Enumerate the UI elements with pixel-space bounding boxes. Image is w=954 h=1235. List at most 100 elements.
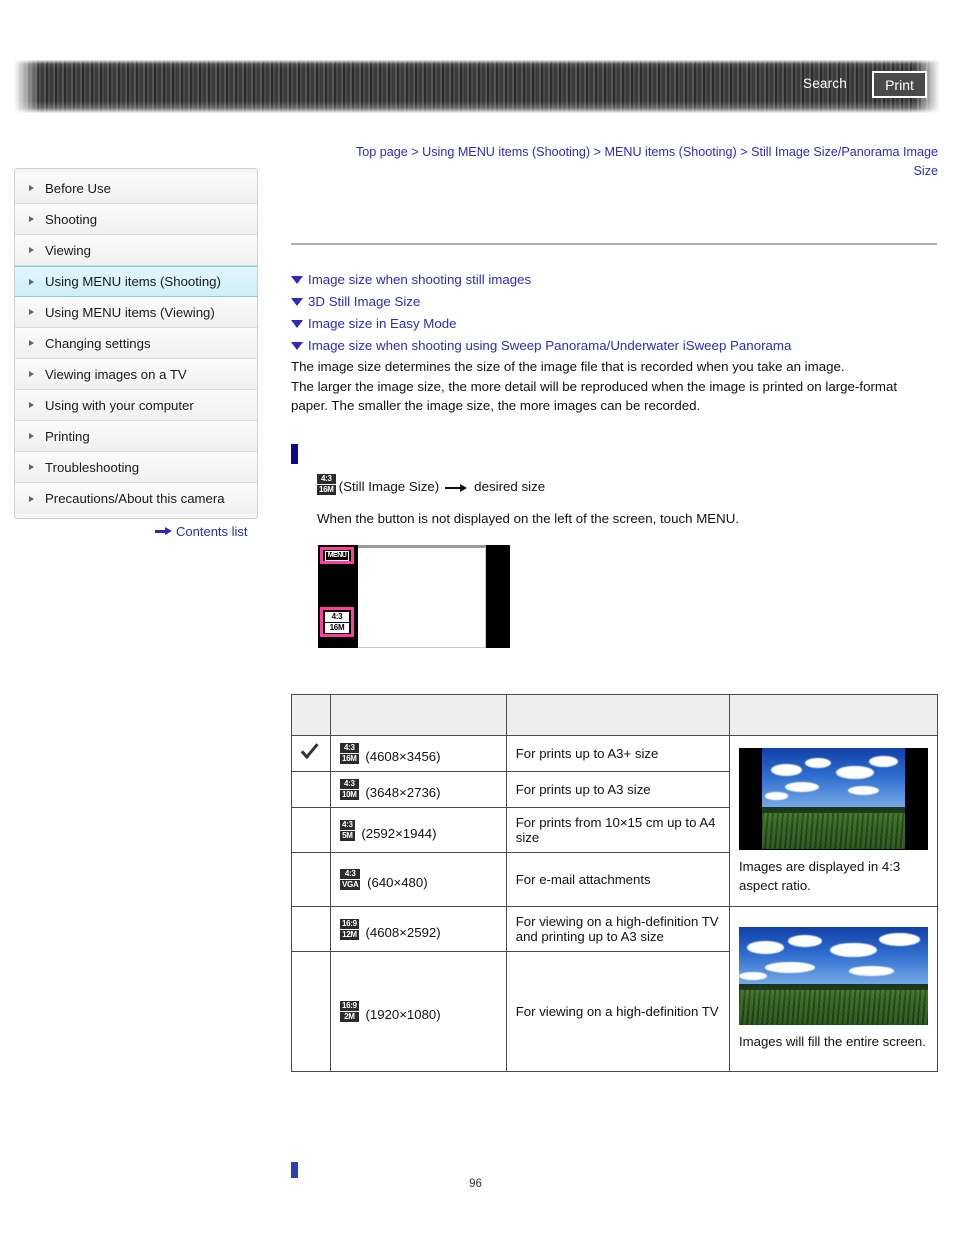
breadcrumb-item-1[interactable]: Using MENU items (Shooting) [422, 145, 590, 159]
badge-aspect-label: 4:3 [340, 819, 355, 830]
row-size-cell: 4:3 16M (4608×3456) [330, 735, 507, 772]
sidebar-item-label: Shooting [45, 211, 98, 227]
sidebar-item-label: Using MENU items (Viewing) [45, 304, 215, 320]
badge-size-label: 10M [340, 790, 359, 800]
intro-line-2: The larger the image size, the more deta… [291, 378, 898, 394]
sidebar-item-before-use[interactable]: Before Use [15, 173, 257, 204]
badge-aspect-label: 4:3 [317, 474, 336, 484]
chevron-right-icon [29, 278, 34, 285]
badge-aspect-label: 4:3 [340, 869, 361, 879]
breadcrumb-separator: > [407, 145, 423, 159]
triangle-down-icon [291, 342, 303, 350]
chevron-right-icon [29, 185, 34, 191]
table-header-row [291, 694, 939, 736]
camera-live-view [358, 545, 486, 648]
size-badge-icon: 16:9 2M [340, 1001, 359, 1022]
section-link-easy-mode[interactable]: Image size in Easy Mode [291, 313, 939, 335]
sidebar-item-using-menu-items-viewing[interactable]: Using MENU items (Viewing) [15, 297, 257, 328]
table-header-preview [728, 694, 939, 736]
row-default-check [291, 951, 331, 1072]
manual-page: Search Print Top page > Using MENU items… [0, 0, 954, 1235]
preview-cell-4-3: Images are displayed in 4:3 aspect ratio… [728, 735, 939, 907]
intro-paragraph: The image size determines the size of th… [291, 357, 939, 416]
camera-badge-aspect-label: 4:3 [325, 611, 349, 622]
step-note: When the button is not displayed on the … [317, 511, 740, 526]
cloud-shape [765, 962, 815, 974]
sidebar-item-using-with-your-computer[interactable]: Using with your computer [15, 390, 257, 421]
row-dimensions: (2592×1944) [361, 825, 437, 841]
size-badge-icon: 16:9 12M [340, 918, 359, 940]
sidebar-item-label: Precautions/About this camera [45, 491, 225, 506]
sidebar-item-printing[interactable]: Printing [15, 421, 257, 452]
row-dimensions: (1920×1080) [365, 1007, 441, 1022]
sidebar-item-precautions-about-this-camera[interactable]: Precautions/About this camera [15, 483, 257, 514]
section-link-sweep-panorama[interactable]: Image size when shooting using Sweep Pan… [291, 335, 939, 357]
row-size-cell: 4:3 10M (3648×2736) [330, 771, 507, 808]
badge-size-label: 12M [340, 929, 359, 940]
sidebar-item-label: Viewing images on a TV [45, 366, 187, 382]
section-link-still-images[interactable]: Image size when shooting still images [291, 269, 939, 291]
page-number: 96 [0, 1178, 954, 1190]
cloud-shape [878, 932, 921, 946]
breadcrumb: Top page > Using MENU items (Shooting) >… [330, 143, 938, 181]
camera-right-bezel [486, 545, 510, 648]
sidebar: Before Use Shooting Viewing Using MENU i… [14, 168, 258, 519]
chevron-right-icon [29, 464, 34, 470]
step-instruction: 4:3 16M (Still Image Size) desired size [317, 474, 545, 495]
table-header-check [291, 694, 331, 736]
size-badge-icon: 4:3 10M [340, 779, 359, 800]
chevron-right-icon [29, 433, 34, 439]
section-link-3d-still-image-size[interactable]: 3D Still Image Size [291, 291, 939, 313]
step-target-label: desired size [474, 479, 546, 494]
cloud-shape [788, 934, 823, 947]
cloud-shape [836, 765, 874, 780]
cloud-shape [738, 972, 768, 980]
sidebar-item-using-menu-items-shooting[interactable]: Using MENU items (Shooting) [15, 266, 257, 297]
header-banner: Search Print [14, 60, 940, 113]
sidebar-item-shooting[interactable]: Shooting [15, 204, 257, 235]
row-size-cell: 16:9 12M (4608×2592) [330, 906, 507, 952]
camera-image-size-button-highlight[interactable]: 4:3 16M [320, 607, 354, 637]
sidebar-item-viewing-images-on-a-tv[interactable]: Viewing images on a TV [15, 359, 257, 390]
preview-photo-4-3 [738, 747, 928, 850]
search-link[interactable]: Search [803, 76, 847, 91]
print-button[interactable]: Print [872, 71, 927, 98]
chevron-right-icon [29, 309, 34, 315]
sidebar-item-changing-settings[interactable]: Changing settings [15, 328, 257, 359]
arrow-right-icon [445, 483, 468, 493]
breadcrumb-separator: > [736, 145, 752, 159]
table-row: 16:9 12M (4608×2592) For viewing on a hi… [291, 906, 939, 1072]
badge-aspect-label: 4:3 [340, 779, 359, 789]
size-badge-icon: 4:3 5M [340, 819, 355, 841]
sidebar-item-label: Viewing [45, 242, 91, 258]
footer-marker [291, 1162, 298, 1178]
section-link-label: Image size when shooting using Sweep Pan… [308, 338, 792, 353]
preview-caption-4-3: Images are displayed in 4:3 aspect ratio… [738, 858, 901, 893]
contents-list-link[interactable]: Contents list [155, 524, 248, 539]
badge-aspect-label: 4:3 [340, 743, 359, 753]
table-header [291, 694, 939, 736]
row-description: For e-mail attachments [505, 852, 730, 907]
section-link-list: Image size when shooting still images 3D… [291, 269, 939, 357]
table-header-size [330, 694, 507, 736]
menu-button-label: MENU [324, 550, 350, 561]
row-description: For prints from 10×15 cm up to A4 size [505, 807, 730, 853]
table-body: 4:3 16M (4608×3456) For prints up to A3+… [291, 735, 939, 1072]
row-default-check [291, 852, 331, 907]
row-dimensions: (4608×2592) [365, 924, 441, 940]
chevron-right-icon [29, 402, 34, 408]
row-dimensions: (3648×2736) [365, 785, 441, 800]
row-default-check [291, 771, 331, 808]
content-divider [291, 243, 937, 245]
breadcrumb-item-0[interactable]: Top page [356, 145, 408, 159]
breadcrumb-item-3[interactable]: Still Image Size/Panorama Image Size [751, 145, 938, 178]
intro-line-3: paper. The smaller the image size, the m… [291, 398, 701, 413]
sidebar-item-label: Printing [45, 428, 90, 444]
triangle-down-icon [291, 320, 303, 328]
page-number-label: 96 [469, 1178, 482, 1190]
sidebar-item-troubleshooting[interactable]: Troubleshooting [15, 452, 257, 483]
breadcrumb-item-2[interactable]: MENU items (Shooting) [604, 145, 736, 159]
section-marker [291, 444, 298, 464]
camera-menu-button-highlight[interactable]: MENU [320, 547, 354, 564]
sidebar-item-viewing[interactable]: Viewing [15, 235, 257, 266]
